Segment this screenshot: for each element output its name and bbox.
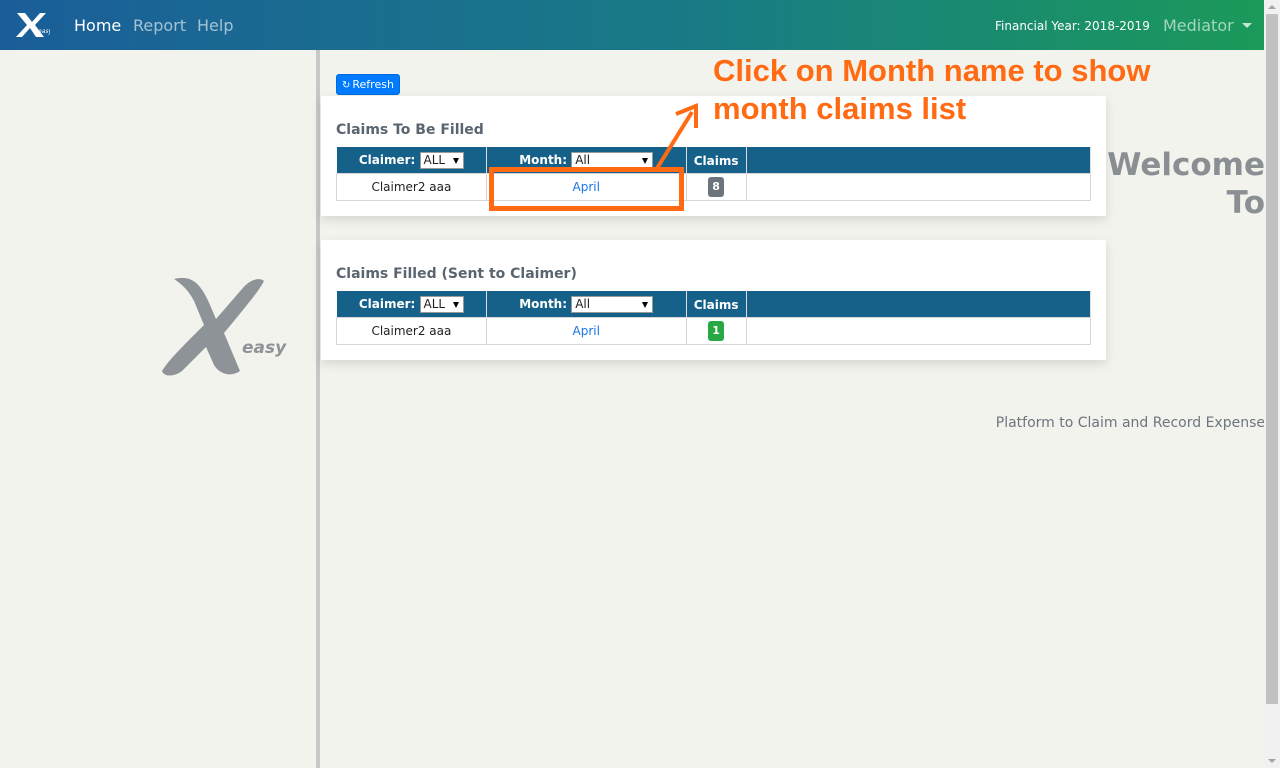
scroll-down-arrow-icon[interactable] — [1268, 759, 1276, 763]
empty-cell — [745, 316, 1092, 345]
welcome-heading: Welcome To — [1107, 146, 1265, 222]
claimer-filter-select[interactable]: ALL — [419, 296, 464, 314]
user-menu-label: Mediator — [1163, 16, 1234, 35]
refresh-label: Refresh — [352, 78, 394, 91]
annotation-arrow-icon — [654, 103, 698, 172]
callout-line2: month claims list — [713, 91, 967, 126]
tagline: Platform to Claim and Record Expense — [995, 415, 1265, 431]
scroll-thumb[interactable] — [1266, 14, 1278, 704]
scroll-up-arrow-icon[interactable] — [1268, 5, 1276, 9]
user-menu-dropdown[interactable]: Mediator — [1163, 16, 1252, 35]
refresh-button[interactable]: ↻ Refresh — [336, 74, 400, 95]
top-navbar: easy Home Report Help Financial Year: 20… — [0, 0, 1264, 50]
claimer-column-header: Claimer: ALL — [336, 147, 487, 173]
annotation-callout: Click on Month name to show month claims… — [713, 52, 1233, 128]
month-filter-select[interactable]: All — [571, 296, 654, 314]
logo-text: easy — [242, 338, 287, 358]
dropdown-arrow-icon — [642, 302, 649, 309]
nav-home[interactable]: Home — [74, 16, 121, 35]
claimer-cell: Claimer2 aaa — [336, 316, 487, 345]
empty-cell — [745, 172, 1092, 201]
table-row: Claimer2 aaa April 8 — [336, 172, 1092, 201]
callout-line1: Click on Month name to show — [713, 53, 1151, 88]
vertical-scrollbar[interactable] — [1264, 0, 1280, 768]
claimer-filter-select[interactable]: ALL — [419, 152, 464, 170]
welcome-line1: Welcome — [1107, 147, 1265, 183]
month-column-header: Month: All — [486, 291, 687, 317]
claims-table: Claimer: ALL Month: All Claims Claimer2 … — [336, 147, 1092, 201]
caret-down-icon — [1241, 23, 1252, 28]
table-row: Claimer2 aaa April 1 — [336, 316, 1092, 345]
sidebar — [0, 50, 316, 768]
empty-column-header — [746, 291, 1092, 317]
claims-filled-card: Claims Filled (Sent to Claimer) Claimer:… — [321, 240, 1106, 360]
svg-text:easy: easy — [38, 28, 50, 35]
financial-year: Financial Year: 2018-2019 — [995, 19, 1150, 33]
month-cell: April — [485, 316, 687, 345]
welcome-line2: To — [1226, 185, 1265, 221]
claims-table: Claimer: ALL Month: All Claims Claimer2 … — [336, 291, 1092, 345]
month-link[interactable]: April — [573, 324, 600, 338]
dropdown-arrow-icon — [452, 302, 459, 309]
refresh-icon: ↻ — [342, 80, 351, 91]
empty-column-header — [746, 147, 1092, 173]
claims-column-header: Claims — [686, 291, 747, 317]
dropdown-arrow-icon — [452, 158, 459, 165]
sidebar-divider — [316, 50, 320, 768]
claims-count-cell: 1 — [685, 316, 747, 345]
card-title: Claims Filled (Sent to Claimer) — [336, 266, 577, 282]
nav-help[interactable]: Help — [197, 16, 233, 35]
nav-report[interactable]: Report — [133, 16, 186, 35]
xeasy-logo-icon[interactable]: easy — [14, 11, 50, 39]
claimer-column-header: Claimer: ALL — [336, 291, 487, 317]
card-title: Claims To Be Filled — [336, 122, 484, 138]
claimer-cell: Claimer2 aaa — [336, 172, 487, 201]
claims-count-badge: 1 — [708, 320, 725, 341]
xeasy-large-logo-icon: easy — [162, 277, 287, 376]
claims-count-badge: 8 — [708, 176, 725, 197]
